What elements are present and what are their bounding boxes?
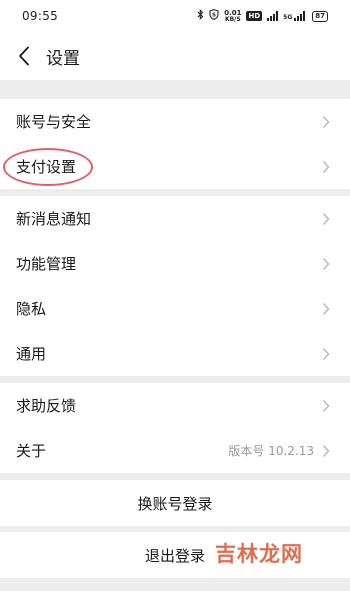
row-label: 新消息通知	[16, 210, 92, 228]
support-group: 求助反馈 关于 版本号 10.2.13	[0, 383, 350, 473]
row-label: 账号与安全	[16, 113, 92, 131]
switch-account-button[interactable]: 换账号登录	[0, 480, 350, 526]
row-label: 求助反馈	[16, 397, 77, 415]
settings-row-help-feedback[interactable]: 求助反馈	[0, 383, 350, 428]
chevron-right-icon	[322, 444, 330, 458]
settings-row-privacy[interactable]: 隐私	[0, 286, 350, 331]
settings-row-payment[interactable]: 支付设置	[0, 144, 350, 189]
chevron-right-icon	[322, 115, 330, 129]
signal-icon	[267, 11, 279, 21]
row-label: 隐私	[16, 300, 47, 318]
chevron-right-icon	[322, 257, 330, 271]
chevron-right-icon	[322, 302, 330, 316]
settings-row-general[interactable]: 通用	[0, 331, 350, 376]
chevron-right-icon	[322, 347, 330, 361]
settings-row-account-security[interactable]: 账号与安全	[0, 99, 350, 144]
switch-account-group: 换账号登录	[0, 480, 350, 526]
row-label: 通用	[16, 345, 47, 363]
svg-text:S: S	[212, 13, 216, 19]
page-title: 设置	[46, 48, 80, 69]
security-shield-icon: S	[209, 9, 219, 23]
row-label: 关于	[16, 442, 47, 460]
bluetooth-icon	[197, 8, 204, 23]
signal-icon-2	[294, 11, 306, 21]
hd-icon: HD	[246, 11, 263, 21]
settings-row-notifications[interactable]: 新消息通知	[0, 196, 350, 241]
battery-icon: 87	[312, 10, 328, 22]
general-group: 新消息通知 功能管理 隐私 通用	[0, 196, 350, 376]
row-label: 功能管理	[16, 255, 77, 273]
status-bar: 09:55 S 0.01 KB/S HD 5G 87	[0, 0, 350, 32]
row-label: 支付设置	[16, 158, 77, 176]
nav-bar: 设置	[0, 32, 350, 80]
chevron-right-icon	[322, 399, 330, 413]
account-group: 账号与安全 支付设置	[0, 99, 350, 189]
version-label: 版本号 10.2.13	[228, 444, 314, 458]
status-icons: S 0.01 KB/S HD 5G 87	[197, 8, 328, 23]
network-speed: 0.01 KB/S	[224, 8, 242, 23]
network-type: 5G	[283, 11, 306, 21]
chevron-right-icon	[322, 212, 330, 226]
settings-row-features[interactable]: 功能管理	[0, 241, 350, 286]
settings-row-about[interactable]: 关于 版本号 10.2.13	[0, 428, 350, 473]
status-time: 09:55	[22, 9, 59, 23]
watermark-text: 吉林龙网	[215, 542, 303, 566]
back-arrow-icon[interactable]	[4, 32, 44, 80]
chevron-right-icon	[322, 160, 330, 174]
